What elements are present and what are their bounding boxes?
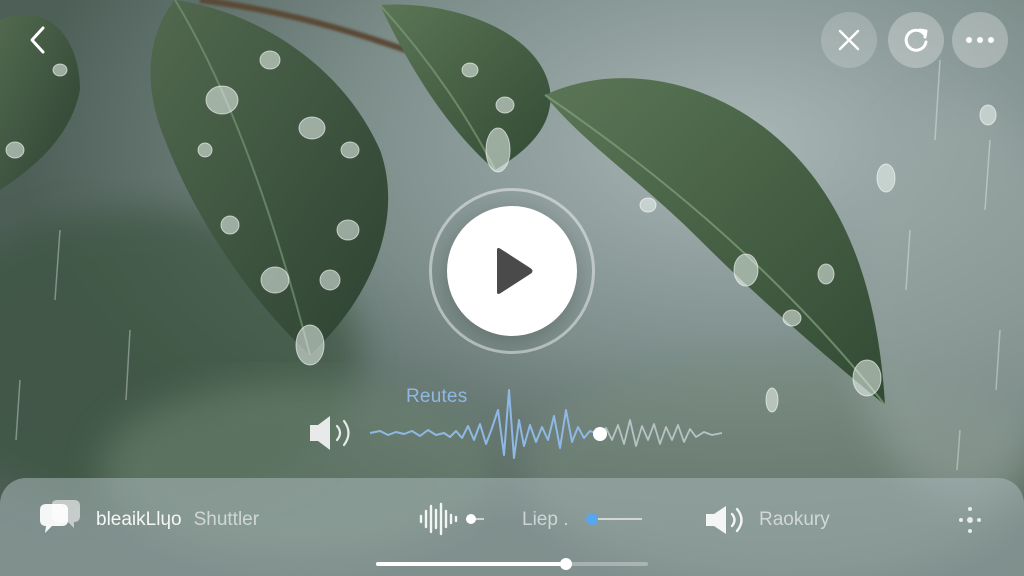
play-button[interactable] [429, 188, 595, 354]
waveform-played [369, 389, 599, 459]
player-screen: Reutes bleaikLlɥo Shuttler Liep . Raokur… [0, 0, 1024, 576]
more-options-button[interactable] [952, 12, 1008, 68]
progress-fill [376, 562, 567, 566]
speaker-icon [706, 506, 743, 534]
mode-label: Liep . [522, 509, 569, 530]
back-button[interactable] [10, 12, 66, 68]
audio-waveform[interactable] [306, 380, 736, 470]
play-icon [497, 248, 533, 294]
refresh-button[interactable] [888, 12, 944, 68]
equalizer-control[interactable] [418, 502, 488, 536]
close-button[interactable] [821, 12, 877, 68]
track-subtitle: Shuttler [193, 509, 260, 530]
speaker-icon[interactable] [310, 416, 350, 450]
chat-bubbles-icon [40, 500, 80, 533]
track-name: bleaikLlɥo [96, 509, 182, 530]
sound-label: Raokury [759, 509, 830, 530]
track-info[interactable]: bleaikLlɥo Shuttler [96, 509, 259, 531]
waveform-remaining [599, 419, 723, 447]
sound-button[interactable] [704, 504, 746, 536]
chat-button[interactable] [38, 498, 82, 538]
play-button-face [447, 206, 577, 336]
chevron-left-icon [30, 26, 45, 54]
refresh-icon [904, 28, 928, 52]
more-horizontal-icon [966, 37, 994, 43]
mode-slider[interactable] [584, 511, 644, 527]
settings-button[interactable] [958, 506, 982, 534]
progress-knob[interactable] [560, 558, 573, 570]
sound-label-wrap: Raokury [759, 509, 830, 531]
close-icon [838, 29, 860, 51]
mode-slider-track [586, 513, 642, 525]
sparkle-dots-icon [959, 507, 981, 533]
equalizer-icon [419, 502, 484, 536]
bottom-control-bar: bleaikLlɥo Shuttler Liep . Raokury [0, 478, 1024, 576]
mode-control[interactable]: Liep . [522, 509, 568, 531]
waveform-playhead[interactable] [593, 427, 607, 441]
playback-progress-bar[interactable] [376, 558, 648, 570]
